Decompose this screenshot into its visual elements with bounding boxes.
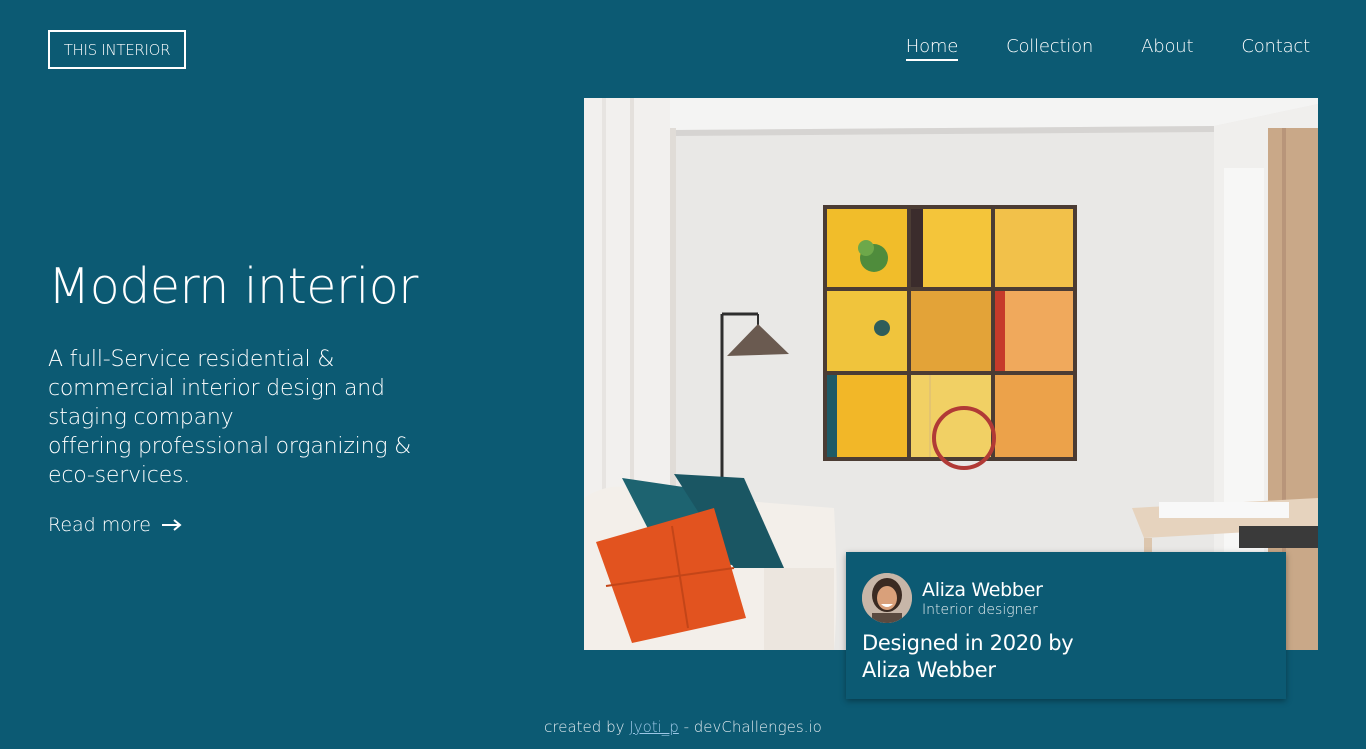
footer-suffix: - devChallenges.io [683, 718, 822, 736]
hero-description-line: commercial interior design and [48, 376, 385, 401]
designer-text: Aliza Webber Interior designer [922, 579, 1043, 618]
read-more-label: Read more [48, 514, 151, 536]
hero-description: A full-Service residential & commercial … [48, 345, 468, 490]
hero-title: Modern interior [48, 258, 418, 315]
logo[interactable]: THIS INTERIOR [48, 30, 186, 69]
footer-prefix: created by [544, 718, 625, 736]
nav-item-collection[interactable]: Collection [1006, 36, 1093, 61]
designer-info: Aliza Webber Interior designer [862, 573, 1270, 623]
nav-item-contact[interactable]: Contact [1241, 36, 1310, 61]
hero-description-line: eco-services. [48, 463, 191, 488]
hero-description-line: offering professional organizing & [48, 434, 412, 459]
arrow-right-icon [162, 519, 182, 531]
designer-card: Aliza Webber Interior designer Designed … [846, 552, 1286, 699]
hero-description-line: staging company [48, 405, 234, 430]
read-more-link[interactable]: Read more [48, 514, 183, 536]
card-caption: Designed in 2020 by Aliza Webber [862, 631, 1074, 682]
footer-author-link[interactable]: Jyoti_p [629, 718, 679, 736]
designer-avatar [862, 573, 912, 623]
nav-item-home[interactable]: Home [905, 36, 958, 61]
hero-description-line: A full-Service residential & [48, 347, 335, 372]
main-nav: Home Collection About Contact [905, 36, 1310, 61]
designer-role: Interior designer [922, 601, 1038, 618]
footer: created by Jyoti_p - devChallenges.io [0, 718, 1366, 736]
nav-item-about[interactable]: About [1141, 36, 1193, 61]
designer-name: Aliza Webber [922, 578, 1043, 601]
